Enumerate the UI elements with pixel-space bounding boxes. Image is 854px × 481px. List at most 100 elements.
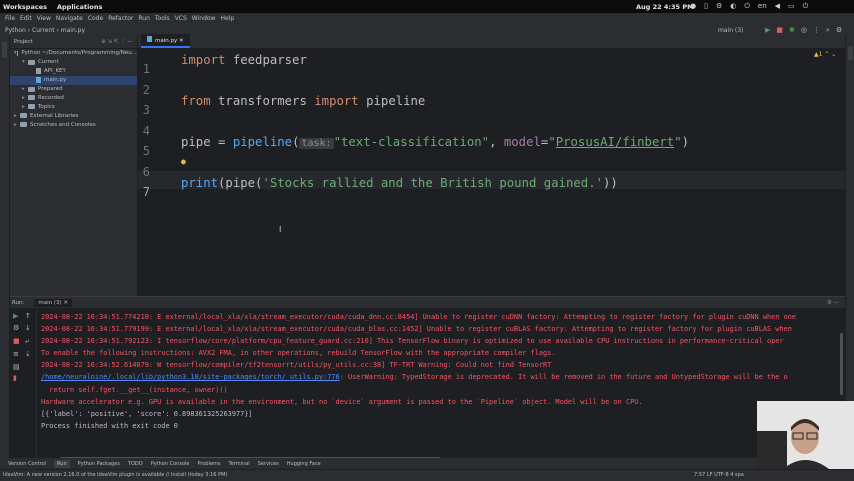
menu-refactor[interactable]: Refactor	[108, 15, 133, 22]
lang-indicator[interactable]: en	[758, 2, 767, 11]
project-tool-icon[interactable]	[2, 42, 7, 58]
tree-item[interactable]: ▸ External Libraries	[10, 111, 137, 120]
tree-item[interactable]: ▸ Scratches and Consoles	[10, 120, 137, 129]
stop-icon[interactable]: ■	[13, 337, 20, 345]
tree-item[interactable]: ▸ Recorded	[10, 93, 137, 102]
search-icon[interactable]: ⌕	[826, 26, 830, 35]
scroll-up-icon[interactable]: ↑	[25, 312, 31, 320]
power-menu-icon[interactable]: ⏻	[803, 2, 809, 11]
scroll-down-icon[interactable]: ↓	[25, 324, 31, 332]
project-options-icon[interactable]: ⊕ ⇲ ⇱ ⋮ —	[101, 39, 133, 45]
tree-item-label: Python ~/Documents/Programming/Neu...	[21, 50, 137, 57]
project-header: Project ⊕ ⇲ ⇱ ⋮ —	[10, 36, 137, 49]
toolwindow-tab[interactable]: TODO	[128, 461, 143, 467]
network-icon[interactable]: ◐	[730, 2, 736, 11]
tree-item[interactable]: ▸ Prepared	[10, 85, 137, 94]
menu-view[interactable]: View	[37, 15, 51, 22]
workspaces-menu[interactable]: Workspaces	[3, 3, 47, 11]
text-cursor-icon: I	[279, 225, 282, 234]
rerun-icon[interactable]: ▶	[13, 312, 18, 320]
run-icon[interactable]: ▶	[765, 26, 770, 35]
console-line: To enable the following instructions: AV…	[41, 349, 556, 358]
coverage-icon[interactable]: ◎	[801, 26, 807, 35]
project-title[interactable]: Project	[14, 39, 33, 45]
power-icon[interactable]: ⏻	[744, 2, 750, 11]
tree-item[interactable]: ▾ Current	[10, 58, 137, 67]
system-topbar: Workspaces Applications Aug 22 4:35 PM ●…	[0, 0, 854, 13]
console-scrollbar[interactable]	[840, 333, 843, 395]
settings-icon[interactable]: ⚙	[836, 26, 842, 35]
breadcrumb[interactable]: Python › Current › main.py	[5, 27, 85, 34]
folder-icon	[28, 104, 35, 110]
folder-icon	[28, 59, 35, 65]
toolwindow-tab[interactable]: Version Control	[8, 461, 46, 467]
menu-help[interactable]: Help	[220, 15, 234, 22]
scroll-end-icon[interactable]: ⇣	[25, 350, 31, 358]
folder-icon	[28, 95, 35, 101]
toolwindow-tab[interactable]: Python Console	[151, 461, 190, 467]
menu-tools[interactable]: Tools	[155, 15, 170, 22]
code-line-5[interactable]: pipe = pipeline(task: "text-classificatio…	[181, 133, 689, 151]
volume-icon[interactable]: ◀	[775, 2, 780, 11]
python-file-icon	[147, 36, 152, 42]
wrench-icon[interactable]: ⚙	[13, 324, 19, 332]
tree-item[interactable]: ▾ Python ~/Documents/Programming/Neu...	[10, 49, 137, 58]
tree-item[interactable]: main.py	[10, 75, 137, 85]
clipboard-icon[interactable]: ▯	[704, 2, 708, 11]
status-info[interactable]: 7:57 LF UTF-8 4 spa	[694, 472, 744, 478]
toolwindow-tab[interactable]: Run	[54, 459, 70, 468]
tree-item[interactable]: ▸ Topics	[10, 102, 137, 111]
console-line: /home/neuralnine/.local/lib/python3.10/s…	[41, 373, 788, 382]
run-options-icon[interactable]: ⚙ —	[827, 300, 839, 306]
applications-menu[interactable]: Applications	[57, 3, 102, 11]
delete-icon[interactable]: ▮	[13, 374, 17, 382]
menu-code[interactable]: Code	[88, 15, 103, 22]
layout-icon[interactable]: ≡	[13, 350, 19, 358]
toolwindow-tab[interactable]: Terminal	[229, 461, 250, 467]
menu-navigate[interactable]: Navigate	[56, 15, 83, 22]
notifications-icon[interactable]	[848, 46, 853, 60]
warning-indicator-icon[interactable]: ▲1 ⌃ ⌄	[814, 51, 836, 58]
print-icon[interactable]: ▤	[13, 363, 20, 371]
soft-wrap-icon[interactable]: ⤶	[25, 337, 29, 346]
console-line: 2024-08-22 16:34:52.614879: W tensorflow…	[41, 361, 552, 370]
more-icon[interactable]: ⋮	[813, 26, 820, 35]
system-clock[interactable]: Aug 22 4:35 PM	[636, 3, 694, 11]
toolwindow-tab[interactable]: Services	[258, 461, 279, 467]
editor-tabbar: main.py ✕	[138, 34, 845, 49]
console-line: Hardware accelerator e.g. GPU is availab…	[41, 397, 643, 406]
project-panel: Project ⊕ ⇲ ⇱ ⋮ — ▾ Python ~/Documents/Pr…	[10, 36, 137, 296]
menu-edit[interactable]: Edit	[20, 15, 32, 22]
status-message[interactable]: IdeaVim: A new version 2.16.0 of the Ide…	[3, 472, 227, 478]
battery-icon[interactable]: ▭	[788, 2, 795, 11]
console-line: [{'label': 'positive', 'score': 0.898361…	[41, 409, 253, 418]
stop-icon[interactable]: ■	[776, 26, 783, 35]
settings-icon[interactable]: ⚙	[716, 2, 722, 11]
menu-window[interactable]: Window	[192, 15, 216, 22]
git-branch[interactable]: main (3)	[718, 27, 743, 34]
menu-file[interactable]: File	[5, 15, 15, 22]
debug-icon[interactable]: ✱	[789, 26, 795, 35]
editor: main.py ✕ 1 2 3 4 5 6 7 import feedparse…	[138, 34, 845, 296]
console-line: 2024-08-22 16:34:51.792123: I tensorflow…	[41, 337, 784, 346]
run-tab[interactable]: main (3) ✕	[34, 298, 73, 307]
menu-run[interactable]: Run	[138, 15, 150, 22]
toolwindow-tab[interactable]: Hugging Face	[287, 461, 321, 467]
code-line-1[interactable]: import feedparser	[181, 51, 307, 69]
folder-icon	[28, 86, 35, 92]
tree-item[interactable]: API_KEY	[10, 67, 137, 76]
menu-vcs[interactable]: VCS	[175, 15, 187, 22]
line-number: 3	[142, 103, 150, 117]
line-number: 5	[142, 144, 150, 158]
tray-dot-icon[interactable]: ●	[690, 2, 696, 11]
console-link[interactable]: /home/neuralnine/.local/lib/python3.10/s…	[41, 373, 340, 381]
file-icon	[36, 77, 41, 84]
toolwindow-tab[interactable]: Problems	[197, 461, 220, 467]
code-line-7[interactable]: print(pipe('Stocks rallied and the Briti…	[181, 174, 618, 192]
lightbulb-icon[interactable]: ●	[181, 153, 186, 171]
code-line-3[interactable]: from transformers import pipeline	[181, 92, 425, 110]
console-output[interactable]: 2024-08-22 16:34:51.774210: E external/l…	[41, 311, 796, 432]
project-tree: ▾ Python ~/Documents/Programming/Neu... ▾ C…	[10, 49, 137, 129]
tab-main-py[interactable]: main.py ✕	[141, 34, 190, 48]
toolwindow-tab[interactable]: Python Packages	[78, 461, 120, 467]
